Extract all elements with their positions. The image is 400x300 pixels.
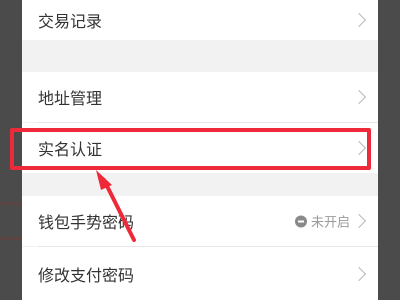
annotation-arrow-icon — [96, 170, 136, 242]
